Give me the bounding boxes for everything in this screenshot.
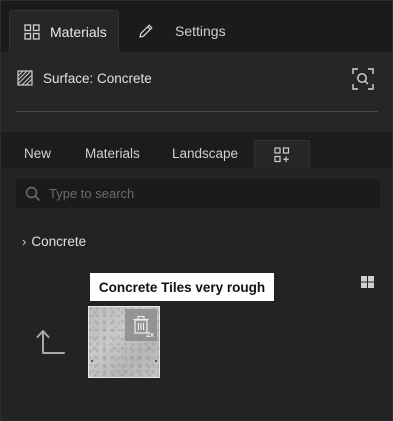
breadcrumb[interactable]: › Concrete <box>22 234 86 249</box>
top-tab-bar: Materials Settings <box>1 1 392 52</box>
scan-search-icon[interactable] <box>351 67 375 91</box>
tab-settings-label: Settings <box>175 23 226 39</box>
divider <box>16 111 378 112</box>
thumbnail-action[interactable]: 2x <box>125 309 157 341</box>
pencil-icon <box>139 24 153 38</box>
chevron-right-icon: › <box>22 234 27 249</box>
tab-settings[interactable]: Settings <box>137 10 237 52</box>
search-icon <box>25 186 41 201</box>
tab-materials-label: Materials <box>50 23 107 40</box>
search-input[interactable] <box>49 186 349 201</box>
search-box <box>16 179 380 208</box>
thumbnail-badge-text: 2x <box>146 332 154 339</box>
category-tabs: New Materials Landscape <box>1 132 392 168</box>
tab-materials[interactable]: Materials <box>9 10 119 52</box>
grid-view-icon[interactable] <box>361 276 374 288</box>
tab-landscape[interactable]: Landscape <box>172 146 238 161</box>
materials-panel: Materials Settings Surface: Concrete New… <box>0 0 393 421</box>
hatch-icon <box>17 70 33 86</box>
tab-new[interactable]: New <box>24 146 51 161</box>
tab-materials-category[interactable]: Materials <box>85 146 140 161</box>
surface-label: Surface: Concrete <box>43 70 152 86</box>
material-thumbnail[interactable]: 2x <box>88 306 160 378</box>
tab-grid-plus[interactable] <box>254 140 310 168</box>
material-tooltip: Concrete Tiles very rough <box>90 273 274 301</box>
grid-icon <box>24 23 40 40</box>
surface-section: Surface: Concrete <box>1 52 392 132</box>
thumbnail-mark <box>155 360 157 362</box>
breadcrumb-label: Concrete <box>31 234 87 249</box>
grid-plus-icon <box>274 146 290 162</box>
thumbnail-mark <box>91 360 93 362</box>
surface-label-row: Surface: Concrete <box>17 70 152 86</box>
arrow-up-left-icon[interactable] <box>35 328 67 358</box>
